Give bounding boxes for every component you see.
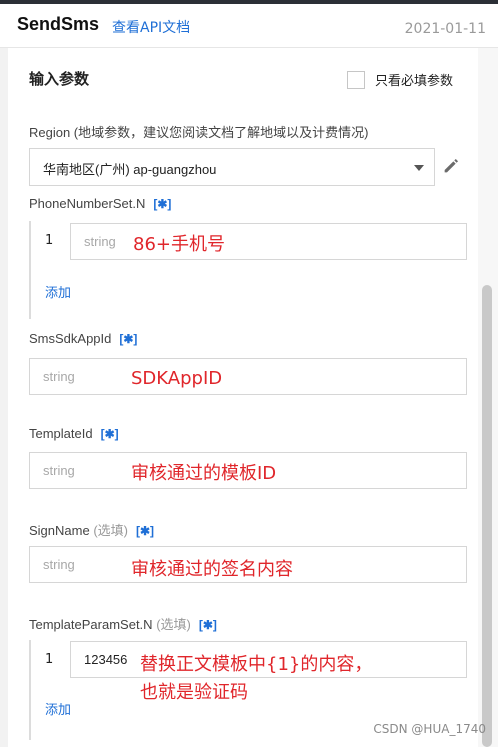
template-param-set-label: TemplateParamSet.N (选填) [✱]: [29, 614, 217, 633]
csdn-watermark: CSDN @HUA_1740: [373, 722, 486, 736]
chevron-down-icon: [414, 165, 424, 171]
input-params-title: 输入参数: [29, 70, 90, 88]
template-param-annotation-line2: 也就是验证码: [140, 682, 248, 703]
only-required-label: 只看必填参数: [375, 74, 454, 89]
view-api-doc-link[interactable]: 查看API文档: [112, 17, 190, 37]
sms-sdk-app-id-label-text: SmsSdkAppId: [29, 331, 112, 346]
pencil-icon[interactable]: [441, 154, 463, 176]
template-id-label-text: TemplateId: [29, 426, 93, 441]
template-id-placeholder: string: [43, 463, 75, 478]
required-badge: [✱]: [119, 332, 138, 346]
sms-sdk-app-id-label: SmsSdkAppId [✱]: [29, 331, 137, 346]
api-header: SendSms 查看API文档 2021-01-11: [0, 4, 498, 48]
optional-tag: (选填): [156, 617, 191, 632]
phone-annotation: 86+手机号: [133, 234, 225, 255]
phone-index: 1: [45, 233, 54, 248]
phone-number-input[interactable]: string: [70, 223, 467, 260]
required-badge: [✱]: [198, 618, 217, 632]
sign-name-label: SignName (选填) [✱]: [29, 520, 154, 539]
sms-sdk-app-id-placeholder: string: [43, 369, 75, 384]
template-param-set-label-text: TemplateParamSet.N: [29, 617, 153, 632]
region-label: Region (地域参数，建议您阅读文档了解地域以及计费情况): [29, 125, 369, 140]
phone-add-button[interactable]: 添加: [45, 282, 71, 301]
only-required-checkbox[interactable]: [347, 70, 365, 89]
template-param-value: 123456: [84, 652, 128, 667]
only-required-toggle[interactable]: 只看必填参数: [347, 70, 453, 89]
scrollbar-thumb[interactable]: [482, 285, 492, 747]
api-date: 2021-01-11: [404, 21, 486, 37]
phone-number-set-label-text: PhoneNumberSet.N: [29, 196, 146, 211]
template-id-label: TemplateId [✱]: [29, 426, 119, 441]
left-gutter: [0, 48, 8, 747]
template-param-annotation-line1: 替换正文模板中{1}的内容，: [140, 654, 373, 675]
sms-sdk-app-id-input[interactable]: string: [29, 358, 467, 395]
template-param-index: 1: [45, 652, 54, 667]
template-id-annotation: 审核通过的模板ID: [131, 463, 277, 484]
template-param-add-button[interactable]: 添加: [45, 699, 71, 718]
phone-number-set-label: PhoneNumberSet.N [✱]: [29, 196, 171, 211]
region-value: 华南地区(广州) ap-guangzhou: [43, 162, 217, 177]
sign-name-label-text: SignName: [29, 523, 90, 538]
region-select[interactable]: 华南地区(广州) ap-guangzhou: [29, 148, 435, 186]
phone-number-placeholder: string: [84, 234, 116, 249]
required-badge: [✱]: [136, 524, 155, 538]
api-title: SendSms: [17, 14, 100, 34]
sdk-app-id-annotation: SDKAppID: [131, 368, 223, 389]
required-badge: [✱]: [153, 197, 172, 211]
optional-tag: (选填): [93, 523, 128, 538]
sign-name-annotation: 审核通过的签名内容: [131, 559, 293, 580]
sign-name-placeholder: string: [43, 557, 75, 572]
required-badge: [✱]: [100, 427, 119, 441]
